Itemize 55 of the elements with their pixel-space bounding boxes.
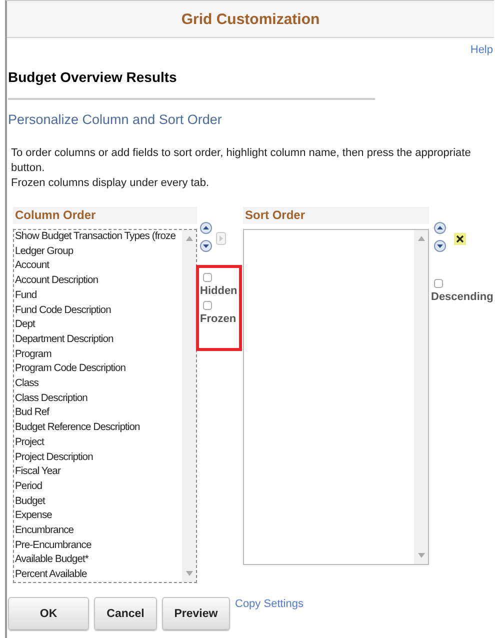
sort-list[interactable] xyxy=(243,229,429,565)
checkbox[interactable] xyxy=(434,279,443,288)
instruction-text: To order columns or add fields to sort order, highlight column name, then press the appropriate button. xyxy=(11,146,472,176)
column-heading: Column Order xyxy=(13,207,197,224)
list-item[interactable]: Show Budget Transaction Types (froze xyxy=(14,230,182,245)
list-item[interactable]: Program xyxy=(14,348,182,362)
list-item[interactable]: Percent Available xyxy=(14,568,182,582)
scroll-up-icon[interactable] xyxy=(418,236,424,241)
scrollbar[interactable] xyxy=(182,230,196,582)
section-title: Personalize Column and Sort Order xyxy=(8,112,223,127)
move-up-icon[interactable] xyxy=(200,222,212,234)
list-item[interactable]: Class Description xyxy=(14,392,182,406)
column-heading: Sort Order xyxy=(243,207,429,224)
list-item[interactable]: Encumbrance xyxy=(14,524,182,539)
checkbox-label: Descending xyxy=(431,290,494,305)
list-item[interactable]: Account xyxy=(14,259,182,274)
dialog-button[interactable]: Preview xyxy=(162,597,230,630)
scrollbar[interactable] xyxy=(414,230,428,564)
list-item[interactable]: Account Description xyxy=(14,274,182,289)
dialog-button[interactable]: OK xyxy=(8,597,89,630)
list-item[interactable]: Pre-Encumbrance xyxy=(14,538,182,554)
list-item[interactable]: Project xyxy=(14,436,182,451)
list-item[interactable]: Fiscal Year xyxy=(14,465,182,480)
list-item[interactable]: Bud Ref xyxy=(14,406,182,422)
list-item[interactable]: Class xyxy=(14,377,182,392)
list-item[interactable]: Department Description xyxy=(14,332,182,348)
window-title: Grid Customization xyxy=(181,10,320,28)
list-item[interactable]: Budget Reference Description xyxy=(14,421,182,436)
list-item[interactable]: Period xyxy=(14,480,182,495)
list-item[interactable]: Fund Code Description xyxy=(14,304,182,318)
list-item[interactable]: Expense xyxy=(14,509,182,524)
scroll-down-icon[interactable] xyxy=(186,571,192,576)
scroll-down-icon[interactable] xyxy=(418,553,424,558)
move-up-icon[interactable] xyxy=(434,222,446,234)
instruction-text: Frozen columns display under every tab. xyxy=(11,176,210,191)
checkbox[interactable] xyxy=(203,301,212,310)
dialog-button[interactable]: Cancel xyxy=(94,597,157,630)
column-list[interactable] xyxy=(13,229,197,583)
page-title: Budget Overview Results xyxy=(8,69,178,85)
scroll-up-icon[interactable] xyxy=(186,236,192,241)
list-item[interactable]: Program Code Description xyxy=(14,362,182,378)
help-link[interactable]: Help xyxy=(470,44,493,56)
checkbox[interactable] xyxy=(203,273,212,282)
list-item[interactable]: Budget xyxy=(14,494,182,510)
move-down-icon[interactable] xyxy=(434,240,446,252)
move-down-icon[interactable] xyxy=(200,240,212,252)
checkbox-label: Frozen xyxy=(200,312,236,327)
list-item[interactable]: Project Description xyxy=(14,450,182,466)
list-item[interactable]: Ledger Group xyxy=(14,244,182,260)
delete-icon[interactable] xyxy=(454,233,466,245)
list-item[interactable]: Available Budget* xyxy=(14,553,182,568)
list-item[interactable]: Dept xyxy=(14,318,182,333)
list-item[interactable]: Fund xyxy=(14,288,182,304)
checkbox-label: Hidden xyxy=(200,284,238,299)
copy-settings-link[interactable]: Copy Settings xyxy=(235,598,304,610)
